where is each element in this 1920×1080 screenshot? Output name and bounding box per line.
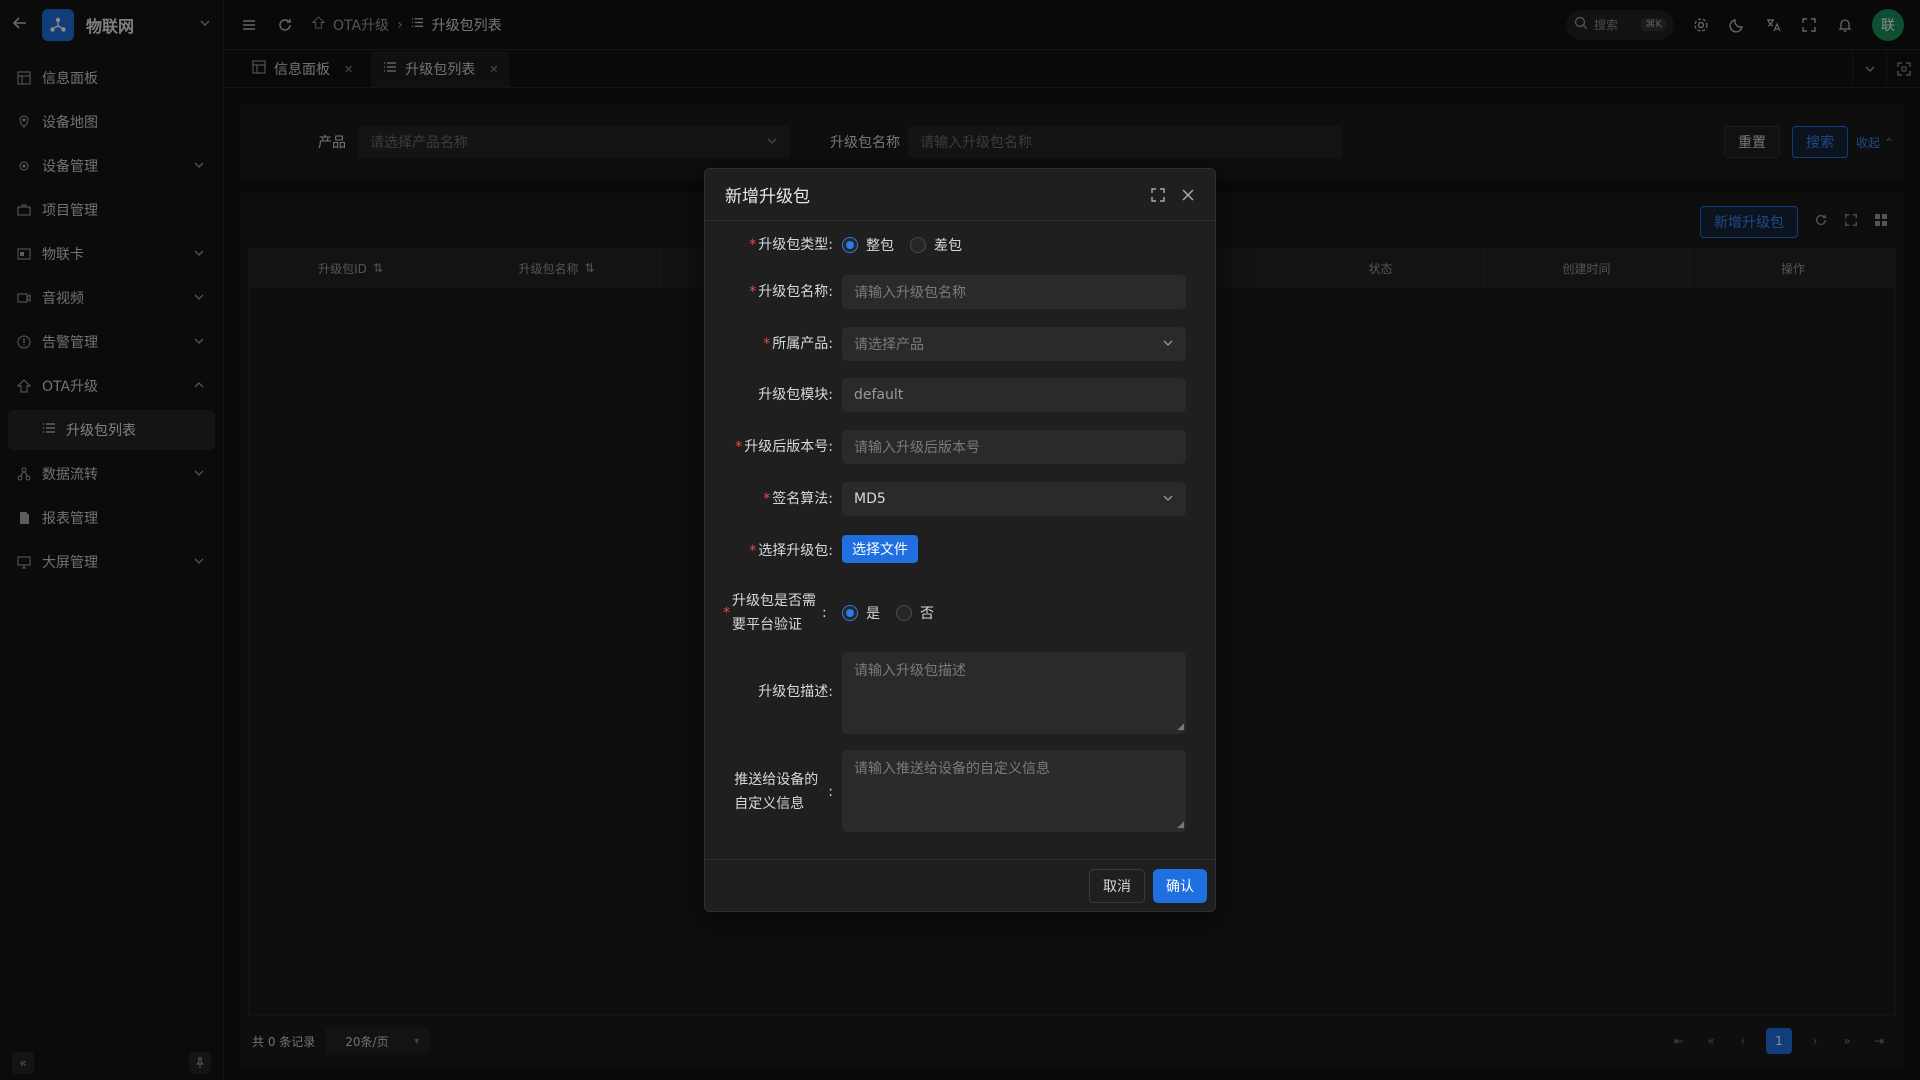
field-label-verify-text: 升级包是否需 要平台验证 [732, 589, 816, 637]
product-field-placeholder: 请选择产品 [854, 337, 924, 353]
radio-full-package[interactable]: 整包 [842, 235, 894, 255]
type-radio-group: 整包 差包 [842, 233, 1186, 257]
radio-verify-yes[interactable]: 是 [842, 603, 880, 623]
field-label-line: 要平台验证 [732, 617, 802, 633]
field-label-verify-wrap: * 升级包是否需 要平台验证 : [723, 589, 833, 637]
field-label-line: 自定义信息 [734, 796, 805, 812]
dialog-footer: 取消 确认 [705, 859, 1215, 911]
radio-verify-no[interactable]: 否 [896, 603, 934, 623]
field-label-verify: * 升级包是否需 要平台验证 : [723, 589, 833, 637]
form-row-custom: 推送给设备的 自定义信息 : 请输入推送给设备的自定义信息 ◢ [705, 750, 1215, 832]
field-label-text: 升级包模块 [758, 387, 829, 403]
chevron-down-icon [1162, 492, 1174, 507]
description-textarea[interactable]: 请输入升级包描述 ◢ [842, 652, 1186, 734]
field-label-version: * 升级后版本号: [735, 439, 833, 455]
field-label-module: 升级包模块: [758, 387, 833, 403]
required-mark: * [749, 284, 757, 300]
resize-handle-icon[interactable]: ◢ [1177, 820, 1184, 830]
required-mark: * [723, 605, 730, 621]
radio-dot[interactable] [910, 237, 926, 253]
field-label-custom-text: 推送给设备的 自定义信息 [734, 768, 818, 816]
dialog-header: 新增升级包 [705, 169, 1215, 221]
package-name-field[interactable]: 请输入升级包名称 [842, 275, 1186, 309]
choose-file-button[interactable]: 选择文件 [842, 535, 918, 563]
dialog-title: 新增升级包 [725, 187, 810, 207]
add-package-dialog: 新增升级包 * 升级包类型: 整包 差包 * 升级包名称: 请输入升级包名称 * 所属… [704, 168, 1216, 912]
field-label-text: 选择升级包 [758, 543, 829, 559]
field-label-file: * 选择升级包: [749, 543, 833, 559]
radio-group: 整包 差包 [842, 233, 1186, 257]
field-label-text: 所属产品 [772, 336, 829, 352]
form-row-desc: 升级包描述: 请输入升级包描述 ◢ [705, 652, 1215, 734]
version-field[interactable]: 请输入升级后版本号 [842, 430, 1186, 464]
radio-group: 是 否 [842, 601, 1186, 625]
product-field-select[interactable]: 请选择产品 [842, 327, 1186, 361]
confirm-button[interactable]: 确认 [1153, 868, 1207, 903]
verify-radio-group: 是 否 [842, 601, 1186, 625]
field-label-text: 升级后版本号 [744, 439, 829, 455]
field-label-custom: 推送给设备的 自定义信息 : [734, 768, 833, 816]
resize-handle-icon[interactable]: ◢ [1177, 722, 1184, 732]
label-colon: : [822, 605, 827, 621]
field-label-name: * 升级包名称: [749, 284, 833, 300]
sign-algorithm-value: MD5 [854, 491, 886, 507]
radio-dot-selected[interactable] [842, 237, 858, 253]
required-mark: * [749, 543, 757, 559]
custom-info-textarea[interactable]: 请输入推送给设备的自定义信息 ◢ [842, 750, 1186, 832]
field-label-text: 升级包名称 [758, 284, 829, 300]
field-label-sign: * 签名算法: [763, 491, 833, 507]
required-mark: * [763, 491, 771, 507]
version-field-placeholder: 请输入升级后版本号 [854, 440, 980, 456]
radio-label: 否 [920, 606, 934, 622]
radio-dot-selected[interactable] [842, 605, 858, 621]
module-field[interactable]: default [842, 378, 1186, 412]
custom-info-placeholder: 请输入推送给设备的自定义信息 [854, 761, 1050, 777]
file-picker: 选择文件 [842, 535, 1186, 563]
field-label-text: 升级包描述 [758, 684, 829, 700]
radio-label: 差包 [934, 238, 962, 254]
field-label-type: * 升级包类型: [749, 237, 833, 253]
field-label-custom-wrap: 推送给设备的 自定义信息 : [734, 768, 833, 816]
radio-label: 整包 [866, 238, 894, 254]
radio-label: 是 [866, 606, 880, 622]
field-label-text: 升级包类型 [758, 237, 829, 253]
field-label-text: 签名算法 [772, 491, 829, 507]
field-label-desc: 升级包描述: [758, 684, 833, 700]
chevron-down-icon [1162, 337, 1174, 352]
package-name-field-placeholder: 请输入升级包名称 [854, 285, 966, 301]
radio-diff-package[interactable]: 差包 [910, 235, 962, 255]
field-label-line: 升级包是否需 [732, 593, 816, 609]
sign-algorithm-select[interactable]: MD5 [842, 482, 1186, 516]
radio-dot[interactable] [896, 605, 912, 621]
field-label-line: 推送给设备的 [734, 772, 819, 788]
maximize-icon[interactable] [1151, 187, 1165, 202]
label-colon: : [828, 784, 833, 800]
required-mark: * [763, 336, 771, 352]
module-field-value: default [854, 387, 904, 403]
close-icon[interactable] [1181, 188, 1195, 202]
required-mark: * [749, 237, 757, 253]
cancel-button[interactable]: 取消 [1089, 868, 1145, 903]
field-label-product: * 所属产品: [763, 336, 833, 352]
description-placeholder: 请输入升级包描述 [854, 663, 966, 679]
required-mark: * [735, 439, 743, 455]
